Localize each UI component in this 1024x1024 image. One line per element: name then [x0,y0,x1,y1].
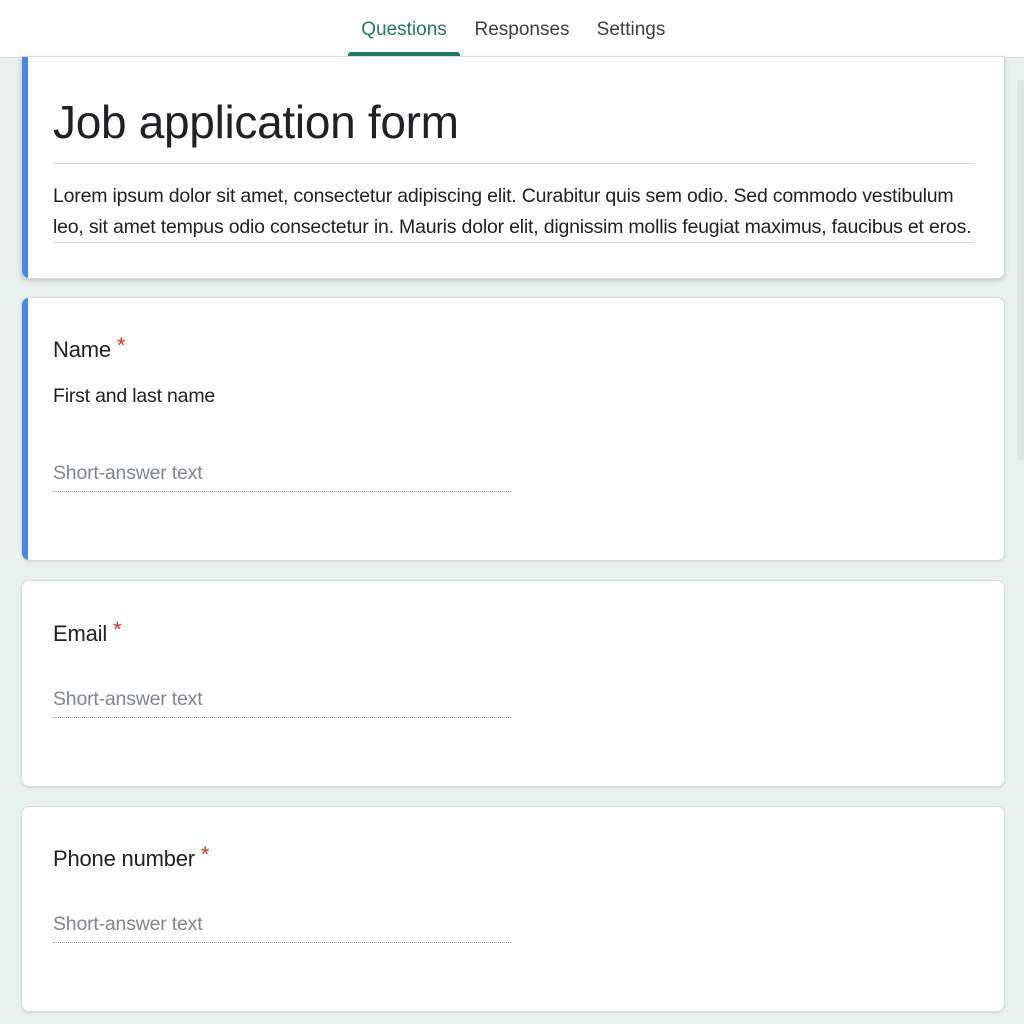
tab-responses[interactable]: Responses [470,0,574,57]
short-answer-field[interactable]: Short-answer text [53,458,511,492]
answer-placeholder: Short-answer text [53,688,203,710]
question-title-text: Email [53,621,108,646]
short-answer-field[interactable]: Short-answer text [53,909,511,943]
answer-placeholder: Short-answer text [53,913,203,935]
question-card-name[interactable]: Name * First and last name Short-answer t… [21,297,1005,561]
selected-card-indicator [22,57,28,278]
required-asterisk: * [200,842,210,867]
tab-settings[interactable]: Settings [588,0,674,57]
selected-card-indicator [22,298,28,560]
question-card-email[interactable]: Email * Short-answer text [21,580,1005,787]
form-header-card[interactable]: Job application form Lorem ipsum dolor s… [21,56,1005,279]
question-description: First and last name [53,385,216,407]
question-title: Phone number * [53,842,210,872]
tab-questions[interactable]: Questions [348,0,460,57]
title-divider [53,163,974,164]
question-title: Email * [53,617,122,647]
description-divider [53,242,974,243]
question-title-text: Name [53,337,111,362]
short-answer-field[interactable]: Short-answer text [53,684,511,718]
question-title: Name * [53,333,125,363]
top-tab-bar: Questions Responses Settings [0,0,1024,58]
required-asterisk: * [116,333,126,358]
question-card-phone[interactable]: Phone number * Short-answer text [21,806,1005,1012]
required-asterisk: * [113,617,122,642]
form-description[interactable]: Lorem ipsum dolor sit amet, consectetur … [53,181,988,243]
side-scroll-rail [1017,80,1024,460]
question-title-text: Phone number [53,846,195,871]
form-title[interactable]: Job application form [53,95,459,149]
answer-placeholder: Short-answer text [53,462,203,484]
